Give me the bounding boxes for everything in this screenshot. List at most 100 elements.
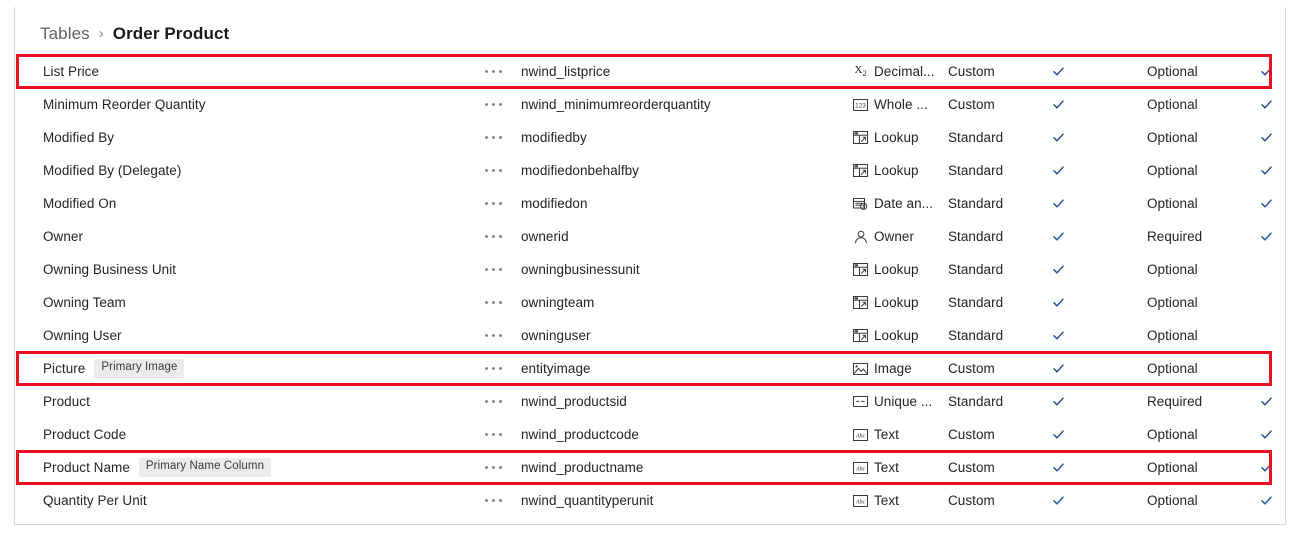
column-type-label: Standard — [948, 129, 1004, 145]
requirement-cell: Optional — [1147, 162, 1198, 180]
column-display-name-cell[interactable]: List Price — [43, 64, 99, 79]
column-type-cell: Standard — [948, 294, 1003, 312]
logical-name: modifiedby — [521, 129, 587, 145]
table-row[interactable]: Modified By modifiedby Lookup Standard Optio… — [15, 121, 1285, 154]
column-type-cell: Custom — [948, 492, 995, 510]
more-menu-icon[interactable] — [472, 66, 514, 77]
customizable-checkmark-icon — [1047, 263, 1069, 276]
column-display-name-cell[interactable]: Product Code — [43, 427, 126, 442]
column-display-name: Owning Business Unit — [43, 262, 177, 277]
logical-name-cell: modifiedby — [521, 129, 587, 147]
more-menu-icon[interactable] — [472, 363, 514, 374]
column-display-name-cell[interactable]: Minimum Reorder Quantity — [43, 97, 206, 112]
requirement-label: Optional — [1147, 294, 1198, 310]
logical-name: modifiedonbehalfby — [521, 162, 639, 178]
column-display-name-cell[interactable]: Quantity Per Unit — [43, 493, 147, 508]
data-type-cell: Lookup — [853, 163, 919, 178]
app-root: Tables › Order Product List Price nwind_l… — [0, 0, 1302, 543]
requirement-cell: Required — [1147, 393, 1202, 411]
more-menu-icon[interactable] — [472, 165, 514, 176]
logical-name-cell: owninguser — [521, 327, 591, 345]
table-row[interactable]: Quantity Per Unit nwind_quantityperunit Ab… — [15, 484, 1285, 517]
more-menu-icon[interactable] — [472, 231, 514, 242]
column-display-name-cell[interactable]: Owning Team — [43, 295, 126, 310]
customizable-checkmark-icon — [1047, 461, 1069, 474]
text-abc-icon: Abc — [853, 461, 868, 475]
more-menu-icon[interactable] — [472, 462, 514, 473]
more-menu-icon[interactable] — [472, 297, 514, 308]
table-row[interactable]: Owning User owninguser Lookup Standard Optio… — [15, 319, 1285, 352]
column-type-label: Standard — [948, 261, 1004, 277]
whole-number-icon: 123 — [853, 98, 868, 112]
column-display-name-cell[interactable]: Owner — [43, 229, 83, 244]
customizable-checkmark-icon — [1047, 65, 1069, 78]
data-type-cell: Image — [853, 361, 912, 376]
column-display-name-cell[interactable]: Modified By (Delegate) — [43, 163, 181, 178]
more-menu-icon[interactable] — [472, 330, 514, 341]
requirement-cell: Optional — [1147, 96, 1198, 114]
column-display-name-cell[interactable]: Owning Business Unit — [43, 262, 176, 277]
column-display-name-cell[interactable]: Picture Primary Image — [43, 359, 185, 378]
customizable-checkmark-icon — [1047, 428, 1069, 441]
table-row[interactable]: Product Code nwind_productcode Abc Text Cust… — [15, 418, 1285, 451]
table-row[interactable]: Minimum Reorder Quantity nwind_minimumreo… — [15, 88, 1285, 121]
data-type-label: Owner — [874, 229, 915, 244]
more-menu-icon[interactable] — [472, 99, 514, 110]
column-type-label: Custom — [948, 426, 995, 442]
data-type-label: Whole ... — [874, 97, 928, 112]
data-type-cell: Lookup — [853, 130, 919, 145]
table-row[interactable]: List Price nwind_listprice X2 Decimal... Cus… — [15, 55, 1285, 88]
more-menu-icon[interactable] — [472, 396, 514, 407]
requirement-cell: Optional — [1147, 294, 1198, 312]
column-type-label: Custom — [948, 63, 995, 79]
column-type-cell: Custom — [948, 360, 995, 378]
table-row[interactable]: Owning Business Unit owningbusinessunit Lo… — [15, 253, 1285, 286]
table-row[interactable]: Owner ownerid Owner Standard Required — [15, 220, 1285, 253]
breadcrumb-tables-link[interactable]: Tables — [40, 24, 90, 44]
table-row[interactable]: Product Name Primary Name Column nwind_pro… — [15, 451, 1285, 484]
requirement-cell: Optional — [1147, 492, 1198, 510]
table-row[interactable]: Modified By (Delegate) modifiedonbehalfby… — [15, 154, 1285, 187]
table-row[interactable]: Picture Primary Image entityimage Image Cust… — [15, 352, 1285, 385]
customizable-checkmark-icon — [1047, 131, 1069, 144]
column-type-cell: Standard — [948, 129, 1003, 147]
requirement-label: Optional — [1147, 195, 1198, 211]
svg-text:Abc: Abc — [855, 499, 866, 505]
requirement-label: Optional — [1147, 63, 1198, 79]
column-display-name-cell[interactable]: Owning User — [43, 328, 122, 343]
svg-text:123: 123 — [855, 102, 866, 109]
more-menu-icon[interactable] — [472, 495, 514, 506]
data-type-label: Lookup — [874, 130, 919, 145]
data-type-label: Lookup — [874, 328, 919, 343]
column-display-name-cell[interactable]: Modified By — [43, 130, 114, 145]
requirement-cell: Optional — [1147, 426, 1198, 444]
more-menu-icon[interactable] — [472, 132, 514, 143]
status-badge: Primary Name Column — [138, 458, 272, 477]
column-display-name-cell[interactable]: Modified On — [43, 196, 116, 211]
logical-name-cell: nwind_productsid — [521, 393, 627, 411]
columns-grid: List Price nwind_listprice X2 Decimal... Cus… — [15, 55, 1285, 517]
data-type-cell: Abc Text — [853, 493, 899, 508]
table-row[interactable]: Owning Team owningteam Lookup Standard Optio… — [15, 286, 1285, 319]
image-icon — [853, 362, 868, 376]
more-menu-icon[interactable] — [472, 429, 514, 440]
column-display-name-cell[interactable]: Product Name Primary Name Column — [43, 458, 272, 477]
column-display-name: Minimum Reorder Quantity — [43, 97, 206, 112]
svg-text:Abc: Abc — [855, 433, 866, 439]
logical-name: nwind_listprice — [521, 63, 611, 79]
page-title: Order Product — [112, 24, 230, 43]
table-row[interactable]: Product nwind_productsid Unique ... Standar… — [15, 385, 1285, 418]
more-menu-icon[interactable] — [472, 264, 514, 275]
data-type-label: Lookup — [874, 295, 919, 310]
column-display-name-cell[interactable]: Product — [43, 394, 90, 409]
table-row[interactable]: Modified On modifiedon Date an... Standard O… — [15, 187, 1285, 220]
requirement-label: Optional — [1147, 96, 1198, 112]
column-type-label: Standard — [948, 393, 1004, 409]
logical-name: owningteam — [521, 294, 595, 310]
column-display-name: List Price — [43, 64, 100, 79]
more-menu-icon[interactable] — [472, 198, 514, 209]
requirement-cell: Required — [1147, 228, 1202, 246]
column-display-name: Product Code — [43, 427, 127, 442]
searchable-checkmark-icon — [1255, 65, 1277, 78]
requirement-cell: Optional — [1147, 63, 1198, 81]
